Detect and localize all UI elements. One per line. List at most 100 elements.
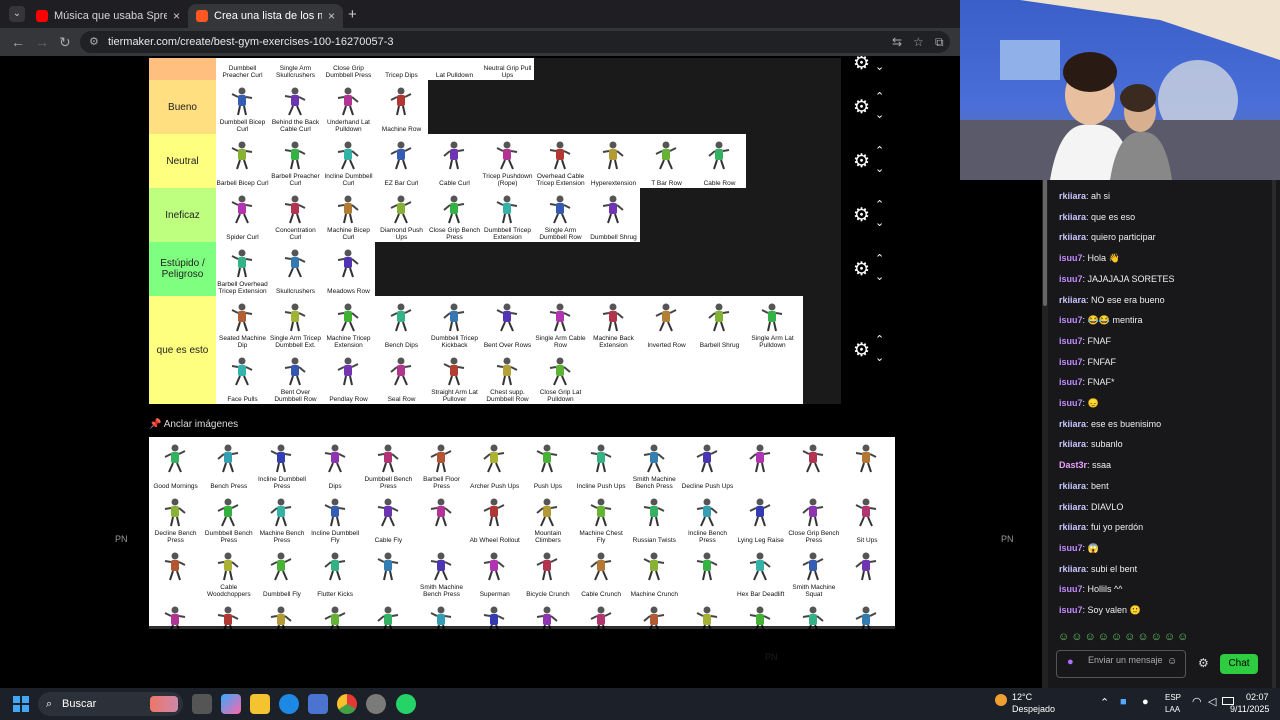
move-up-icon[interactable]: ⌃: [875, 252, 884, 265]
exercise-card[interactable]: Single Arm Lat Pulldown: [746, 296, 799, 350]
settings-gear-icon[interactable]: ⚙: [853, 150, 870, 173]
taskbar-search[interactable]: ⌕ Buscar: [38, 692, 183, 716]
exercise-card[interactable]: Archer Push Ups: [468, 437, 521, 491]
exercise-card[interactable]: Romanian Deadlift: [681, 599, 734, 629]
exercise-card[interactable]: Dumbbell Tricep Kickback: [428, 296, 481, 350]
tier-content[interactable]: Seated Machine Dip Single Arm Tricep Dumb…: [216, 296, 841, 404]
exercise-card[interactable]: Dumbbell Bench Press: [202, 491, 255, 545]
tier-content[interactable]: Barbell Overhead Tricep Extension Skullcr…: [216, 242, 841, 296]
emote-bar[interactable]: ☺☺☺☺☺☺☺☺☺☺: [1058, 631, 1190, 643]
chat-input[interactable]: ● Enviar un mensaje ☺: [1056, 650, 1186, 678]
move-down-icon[interactable]: ⌄: [875, 351, 884, 364]
exercise-card[interactable]: Good Mornings: [149, 437, 202, 491]
exercise-card[interactable]: [415, 491, 468, 545]
exercise-card[interactable]: [840, 437, 893, 491]
exercise-card[interactable]: Incline Dumbbell Curl: [322, 134, 375, 188]
exercise-card[interactable]: Machine Row: [375, 80, 428, 134]
translate-icon[interactable]: ⇆: [892, 31, 902, 53]
chat-username[interactable]: isuu7: [1059, 253, 1083, 263]
exercise-card[interactable]: Bent Over Dumbbell Row: [269, 350, 322, 404]
exercise-card[interactable]: Seated Machine Dip: [216, 296, 269, 350]
forward-icon[interactable]: →: [35, 34, 49, 50]
tray-overflow-icon[interactable]: ⌃: [1100, 696, 1109, 709]
microphone-tray-icon[interactable]: ●: [1142, 696, 1149, 708]
exercise-card[interactable]: Mountain Climbers: [521, 491, 574, 545]
chat-username[interactable]: rkiiara: [1059, 481, 1086, 491]
exercise-card[interactable]: Incline Push Ups: [575, 437, 628, 491]
windows-start-icon[interactable]: [13, 696, 29, 712]
exercise-card[interactable]: Single Arm Cable Row: [534, 296, 587, 350]
file-explorer-icon[interactable]: [250, 694, 270, 714]
exercise-card[interactable]: [681, 545, 734, 599]
tab-music[interactable]: Música que usaba Spreen, ... ×: [28, 4, 188, 28]
exercise-card[interactable]: Close Grip Dumbbell Press: [322, 58, 375, 80]
site-info-icon[interactable]: ⚙: [89, 31, 99, 53]
move-up-icon[interactable]: ⌃: [875, 90, 884, 103]
tier-label[interactable]: [149, 58, 216, 80]
exercise-card[interactable]: Single Arm Skullcrushers: [269, 58, 322, 80]
image-pool[interactable]: Good Mornings Bench Press Incline Dumbbell…: [149, 437, 895, 629]
chat-username[interactable]: isuu7: [1059, 357, 1083, 367]
tab-search-button[interactable]: ⌄: [9, 6, 25, 22]
exercise-card[interactable]: Dips: [309, 437, 362, 491]
tab-tiermaker[interactable]: Crea una lista de los mejores ej... ×: [188, 4, 343, 28]
tier-label[interactable]: Neutral: [149, 134, 216, 188]
exercise-card[interactable]: Cable Fly: [362, 491, 415, 545]
exercise-card[interactable]: Skullcrushers: [269, 242, 322, 296]
chat-username[interactable]: isuu7: [1059, 315, 1083, 325]
exercise-card[interactable]: [734, 437, 787, 491]
chat-username[interactable]: rkiiara: [1059, 232, 1086, 242]
chat-username[interactable]: rkiiara: [1059, 295, 1086, 305]
move-down-icon[interactable]: ⌄: [875, 162, 884, 175]
chat-settings-icon[interactable]: ⚙: [1198, 656, 1209, 670]
task-view-icon[interactable]: [192, 694, 212, 714]
exercise-card[interactable]: [787, 437, 840, 491]
exercise-card[interactable]: Close Grip Bench Press: [428, 188, 481, 242]
exercise-card[interactable]: Hex Bar Deadlift: [734, 545, 787, 599]
exercise-card[interactable]: Cable Woodchoppers: [202, 545, 255, 599]
exercise-card[interactable]: Box Squats: [734, 599, 787, 629]
steam-icon[interactable]: [366, 694, 386, 714]
exercise-card[interactable]: Incline Dumbbell Press: [255, 437, 308, 491]
exercise-card[interactable]: Flutter Kicks: [309, 545, 362, 599]
exercise-card[interactable]: Machine Bicep Curl: [322, 188, 375, 242]
tray-app-icon[interactable]: ■: [1120, 696, 1127, 708]
exercise-card[interactable]: Overhead Cable Tricep Extension: [534, 134, 587, 188]
chat-scrollbar[interactable]: [1272, 180, 1276, 688]
exercise-card[interactable]: Deficit Deadlift: [468, 599, 521, 629]
settings-gear-icon[interactable]: ⚙: [853, 96, 870, 119]
emoji-icon[interactable]: ☺: [1167, 656, 1177, 667]
exercise-card[interactable]: Decline Push Ups: [681, 437, 734, 491]
tier-label[interactable]: que es esto: [149, 296, 216, 404]
exercise-card[interactable]: Decline Sit Ups: [255, 599, 308, 629]
pin-images-toggle[interactable]: 📌 Anclar imágenes: [149, 419, 238, 430]
chat-username[interactable]: isuu7: [1059, 584, 1083, 594]
settings-gear-icon[interactable]: ⚙: [853, 204, 870, 227]
move-down-icon[interactable]: ⌄: [875, 60, 884, 73]
move-down-icon[interactable]: ⌄: [875, 270, 884, 283]
whatsapp-icon[interactable]: [396, 694, 416, 714]
wifi-icon[interactable]: ◠: [1192, 695, 1202, 708]
microphone-icon[interactable]: ●: [1067, 656, 1074, 668]
exercise-card[interactable]: Machine Chest Fly: [575, 491, 628, 545]
exercise-card[interactable]: Machine Crunch: [628, 545, 681, 599]
chat-username[interactable]: isuu7: [1059, 274, 1083, 284]
move-up-icon[interactable]: ⌃: [875, 144, 884, 157]
exercise-card[interactable]: Incline Dumbbell Fly: [309, 491, 362, 545]
exercise-card[interactable]: Dumbbell Shrug: [587, 188, 640, 242]
store-icon[interactable]: [308, 694, 328, 714]
chat-username[interactable]: rkiiara: [1059, 439, 1086, 449]
exercise-card[interactable]: Ab Wheel Rollout: [468, 491, 521, 545]
exercise-card[interactable]: Smith Machine Squat: [787, 545, 840, 599]
exercise-card[interactable]: T Bar Row: [640, 134, 693, 188]
exercise-card[interactable]: Barbell Preacher Curl: [269, 134, 322, 188]
exercise-card[interactable]: Behind the Back Cable Curl: [269, 80, 322, 134]
reload-icon[interactable]: ↻: [59, 34, 71, 51]
exercise-card[interactable]: Machine Bench Press: [255, 491, 308, 545]
close-icon[interactable]: ×: [328, 9, 335, 23]
exercise-card[interactable]: Bench Press: [202, 437, 255, 491]
exercise-card[interactable]: Neutral Grip Pull Ups: [481, 58, 534, 80]
move-down-icon[interactable]: ⌄: [875, 108, 884, 121]
tier-content[interactable]: Dumbbell Preacher Curl Single Arm Skullcr…: [216, 58, 841, 80]
volume-icon[interactable]: ◁: [1208, 695, 1216, 708]
